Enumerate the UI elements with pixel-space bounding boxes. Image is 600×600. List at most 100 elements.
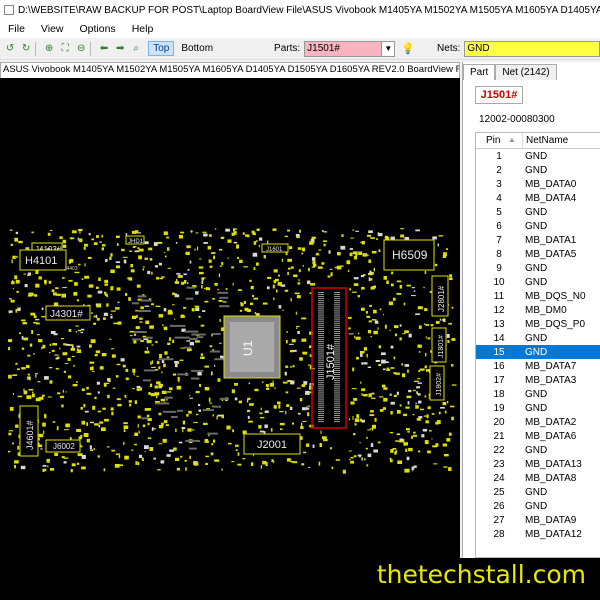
nets-search-input[interactable]: GND [464, 40, 600, 57]
table-row[interactable]: 3 MB_DATA0 [476, 177, 600, 191]
board-pad [205, 462, 208, 465]
table-row[interactable]: 4 MB_DATA4 [476, 191, 600, 205]
board-pad [237, 256, 239, 259]
top-side-button[interactable]: Top [148, 41, 175, 56]
connector-pin [318, 382, 324, 384]
board-pad [415, 402, 417, 405]
connector-pin [334, 314, 340, 316]
column-pin[interactable]: Pin ▲ [476, 133, 522, 148]
table-row[interactable]: 19 GND [476, 401, 600, 415]
table-row[interactable]: 17 MB_DATA3 [476, 373, 600, 387]
tab-part[interactable]: Part [463, 64, 496, 80]
menu-view[interactable]: View [33, 23, 72, 35]
arrow-left-icon[interactable]: ⬅ [98, 42, 110, 55]
board-pad [371, 251, 377, 254]
connector-pin [318, 343, 324, 345]
rotate-left-icon[interactable]: ↺ [4, 42, 16, 55]
pin-netname: MB_DM0 [525, 304, 567, 316]
board-pad [296, 295, 301, 299]
board-pad [204, 287, 206, 290]
menu-help[interactable]: Help [124, 23, 162, 35]
table-row[interactable]: 2 GND [476, 163, 600, 177]
board-pad [301, 252, 304, 255]
board-pad [320, 430, 322, 434]
board-pad [212, 297, 215, 300]
board-pad [367, 366, 372, 368]
connector-pin [318, 345, 324, 347]
board-view[interactable]: J4103# H4101 H6509 J4301# J4601# J6002 J… [0, 78, 460, 558]
board-pad [405, 448, 408, 452]
arrow-right-icon[interactable]: ➡ [114, 42, 126, 55]
table-row[interactable]: 16 MB_DATA7 [476, 359, 600, 373]
board-pad [308, 345, 312, 349]
column-netname[interactable]: NetName [522, 133, 600, 148]
board-pad [399, 284, 403, 289]
board-pad [147, 437, 152, 439]
zoom-out-icon[interactable]: ⊖ [75, 42, 87, 55]
board-pad [292, 461, 298, 464]
table-row[interactable]: 10 GND [476, 275, 600, 289]
table-row[interactable]: 6 GND [476, 219, 600, 233]
table-row[interactable]: 25 GND [476, 485, 600, 499]
pin-netname: MB_DQS_N0 [525, 290, 586, 302]
board-pad [427, 406, 431, 410]
table-row[interactable]: 1 GND [476, 149, 600, 163]
table-row[interactable]: 13 MB_DQS_P0 [476, 317, 600, 331]
zoom-in-icon[interactable]: ⊕ [43, 42, 55, 55]
chevron-down-icon[interactable]: ▼ [382, 40, 396, 57]
board-pad [420, 408, 424, 411]
parts-search-input[interactable]: J1501# [304, 40, 383, 57]
connector-pin [334, 386, 340, 388]
board-pad [99, 421, 104, 424]
board-pad [279, 411, 284, 413]
table-row[interactable]: 27 MB_DATA9 [476, 513, 600, 527]
table-row[interactable]: 15 GND [476, 345, 600, 359]
connector-pin [334, 415, 340, 416]
board-pad [451, 364, 454, 367]
board-pad [366, 464, 369, 467]
table-row[interactable]: 21 MB_DATA6 [476, 429, 600, 443]
table-row[interactable]: 9 GND [476, 261, 600, 275]
zoom-fit-icon[interactable]: ⛶ [59, 42, 71, 55]
board-pad [64, 429, 69, 431]
connector-pin [318, 324, 324, 326]
board-document-tab[interactable]: ASUS Vivobook M1405YA M1502YA M1505YA M1… [0, 62, 460, 78]
menu-file[interactable]: File [0, 23, 33, 35]
board-pad [161, 276, 165, 278]
tab-net[interactable]: Net (2142) [495, 64, 557, 80]
board-pad [27, 274, 30, 277]
table-row[interactable]: 7 MB_DATA1 [476, 233, 600, 247]
board-pad [135, 461, 138, 465]
table-row[interactable]: 23 MB_DATA13 [476, 457, 600, 471]
bottom-side-button[interactable]: Bottom [178, 42, 216, 55]
board-pad [220, 236, 225, 239]
pin-table-header: Pin ▲ NetName [476, 133, 600, 149]
board-pad [204, 387, 210, 391]
table-row[interactable]: 5 GND [476, 205, 600, 219]
table-row[interactable]: 14 GND [476, 331, 600, 345]
table-row[interactable]: 26 GND [476, 499, 600, 513]
board-pad [73, 293, 76, 296]
board-pad [417, 306, 423, 310]
table-row[interactable]: 22 GND [476, 443, 600, 457]
table-row[interactable]: 8 MB_DATA5 [476, 247, 600, 261]
board-pad [57, 392, 61, 395]
search-icon[interactable]: ⌕ [130, 42, 142, 55]
table-row[interactable]: 24 MB_DATA8 [476, 471, 600, 485]
rotate-right-icon[interactable]: ↻ [20, 42, 32, 55]
board-pad [293, 274, 298, 278]
board-canvas[interactable]: J4103# H4101 H6509 J4301# J4601# J6002 J… [0, 78, 460, 558]
lightbulb-icon[interactable]: 💡 [401, 42, 415, 55]
board-pad [176, 385, 182, 390]
menu-options[interactable]: Options [72, 23, 124, 35]
table-row[interactable]: 28 MB_DATA12 [476, 527, 600, 541]
table-row[interactable]: 12 MB_DM0 [476, 303, 600, 317]
pin-number: 25 [493, 486, 505, 498]
pin-netname: MB_DATA1 [525, 234, 577, 246]
board-pad [424, 440, 429, 445]
board-pad [55, 287, 59, 290]
table-row[interactable]: 18 GND [476, 387, 600, 401]
table-row[interactable]: 11 MB_DQS_N0 [476, 289, 600, 303]
board-pad [371, 397, 376, 399]
table-row[interactable]: 20 MB_DATA2 [476, 415, 600, 429]
